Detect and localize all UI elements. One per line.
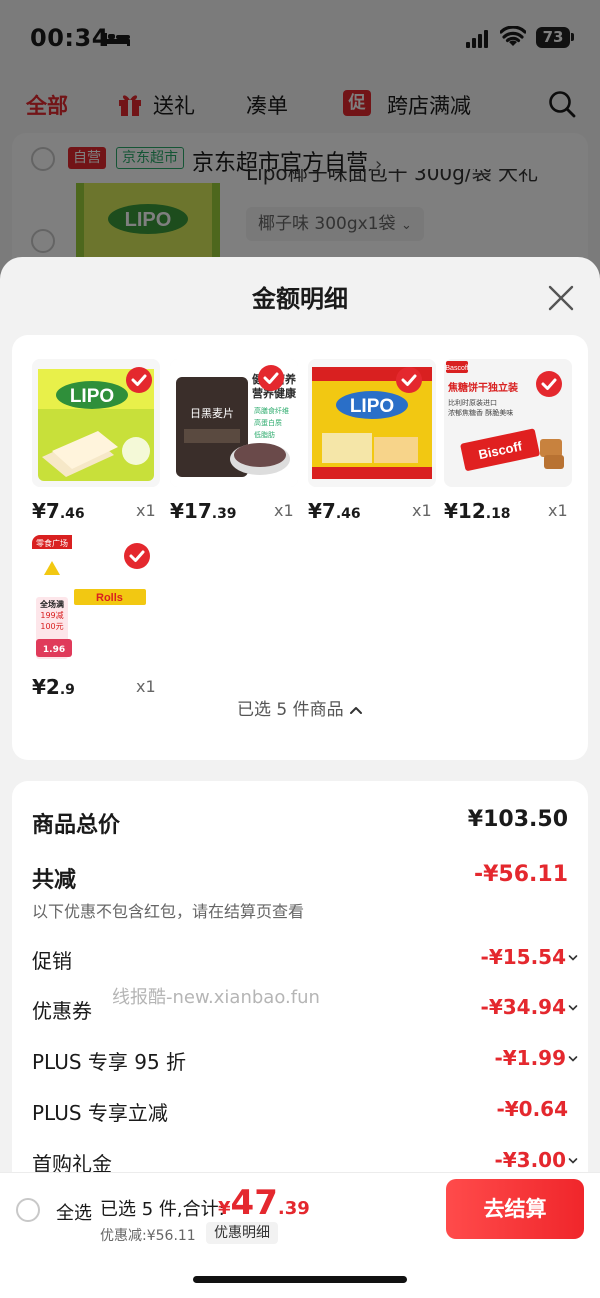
checked-icon [396,367,422,393]
checkout-bar: 全选 已选 5 件,合计: ¥47.39 优惠减:¥56.11 优惠明细 去结算 [0,1172,600,1246]
selected-goods-toggle[interactable]: 已选 5 件商品 [12,695,588,720]
goods-image: LIPO [32,359,160,487]
svg-text:1.96: 1.96 [43,645,65,655]
goods-image: 日黑麦片健康营养营养健康高膳食纤维高蛋白质低脂肪 [170,359,298,487]
svg-text:100元: 100元 [40,622,63,631]
svg-text:比利时原装进口: 比利时原装进口 [448,398,497,407]
total-reduce-value: -¥56.11 [473,862,568,887]
goods-price: ¥7.46 [308,499,361,523]
goods-quantity: x1 [136,501,156,520]
svg-text:浓郁焦糖香 酥脆美味: 浓郁焦糖香 酥脆美味 [448,408,513,417]
home-indicator-area [0,1246,600,1298]
checked-icon [126,367,152,393]
svg-text:日黑麦片: 日黑麦片 [190,407,234,420]
checked-icon [124,543,150,569]
coupon-label: 优惠券 [32,999,92,1023]
plus-discount-value[interactable]: -¥1.99 [494,1046,566,1070]
reduce-note: 以下优惠不包含红包，请在结算页查看 [32,902,305,921]
chevron-down-icon[interactable] [568,1157,578,1165]
cart-page-background: 00:34 73 全部 送礼 凑单 促 跨店满减 自营 京东超市 京东超市官方自… [0,0,600,303]
discount-text: 优惠减:¥56.11 [100,1228,196,1244]
chevron-down-icon[interactable] [568,954,578,962]
goods-quantity: x1 [412,501,432,520]
goods-price: ¥7.46 [32,499,85,523]
goods-image: LIPO [308,359,436,487]
svg-text:199减: 199减 [40,610,63,620]
goods-price: ¥17.39 [170,499,237,523]
plus-instant-value: -¥0.64 [496,1097,568,1121]
goods-quantity: x1 [548,501,568,520]
svg-text:高蛋白质: 高蛋白质 [254,418,282,427]
promotion-label: 促销 [32,949,72,973]
svg-text:LIPO: LIPO [350,396,394,417]
modal-overlay[interactable] [0,0,600,300]
checked-icon [258,365,284,391]
goods-image: Bascoff 焦糖饼干独立装 比利时原装进口 浓郁焦糖香 酥脆美味 Biscoff [444,359,572,487]
chevron-down-icon[interactable] [568,1004,578,1012]
goods-quantity: x1 [274,501,294,520]
total-price-value: ¥103.50 [467,807,568,832]
plus-discount-label: PLUS 专享 95 折 [32,1050,187,1074]
total-price-label: 商品总价 [32,813,121,838]
checkout-button[interactable]: 去结算 [446,1179,584,1239]
first-purchase-value[interactable]: -¥3.00 [494,1148,566,1172]
svg-text:LIPO: LIPO [70,386,114,407]
total-reduce-label: 共减 [32,868,77,893]
svg-text:Rolls: Rolls [96,592,123,604]
home-indicator[interactable] [193,1276,407,1283]
selected-goods-card: LIPO ¥7.46 x1 日黑麦片健康营养营养健康高膳食纤维高蛋白质低脂肪 ¥… [12,335,588,760]
svg-text:焦糖饼干独立装: 焦糖饼干独立装 [447,381,518,394]
svg-text:低脂肪: 低脂肪 [254,430,275,439]
amount-detail-sheet: 金额明细 LIPO ¥7.46 x1 日黑麦片健康营养营养健康高膳食纤维高蛋白质… [0,257,600,1298]
svg-text:高膳食纤维: 高膳食纤维 [254,406,289,415]
svg-text:全场满: 全场满 [39,599,64,609]
plus-instant-label: PLUS 专享立减 [32,1101,168,1125]
coupon-value[interactable]: -¥34.94 [481,995,566,1019]
discount-detail-button[interactable]: 优惠明细 [206,1222,278,1244]
chevron-up-icon [350,707,363,714]
total-price: ¥47.39 [218,1183,310,1223]
goods-quantity: x1 [136,677,156,696]
close-icon[interactable] [546,283,576,313]
watermark: 线报酷-new.xianbao.fun [112,987,320,1008]
promotion-value[interactable]: -¥15.54 [481,945,566,969]
svg-text:Bascoff: Bascoff [445,365,468,372]
goods-price: ¥12.18 [444,499,511,523]
chevron-down-icon[interactable] [568,1055,578,1063]
select-all-label[interactable]: 全选 [56,1199,92,1225]
checked-icon [536,371,562,397]
goods-image: 零食广场全场满 199减 100元 1.96 Rolls [32,535,160,663]
select-all-radio[interactable] [16,1198,40,1222]
selected-count-text: 已选 5 件,合计: [100,1199,225,1220]
sheet-title: 金额明细 [252,285,348,313]
svg-text:零食广场: 零食广场 [36,538,68,548]
